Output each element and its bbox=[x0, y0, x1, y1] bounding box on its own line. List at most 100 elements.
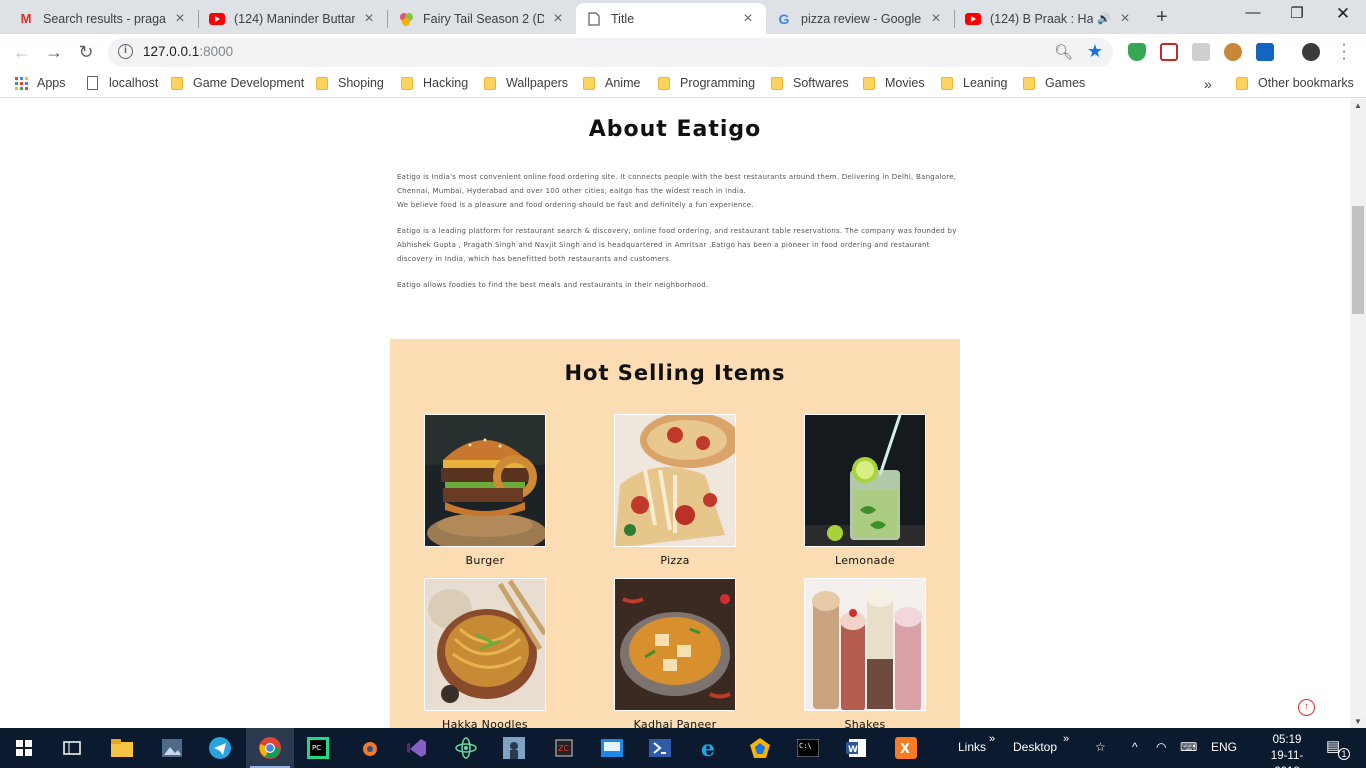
close-icon[interactable]: × bbox=[361, 10, 377, 28]
shield-extension-icon[interactable] bbox=[1128, 43, 1146, 61]
cookie-extension-icon[interactable] bbox=[1224, 43, 1242, 61]
hakka-noodles-image[interactable] bbox=[424, 578, 546, 711]
extension-icon[interactable] bbox=[1160, 43, 1178, 61]
page-scrollbar[interactable]: ▲ ▼ bbox=[1350, 99, 1366, 728]
file-explorer-icon[interactable] bbox=[98, 728, 146, 768]
tab-youtube-2[interactable]: (124) B Praak : Hath 🔊 × bbox=[955, 3, 1143, 34]
bookmark-other[interactable]: Other bookmarks bbox=[1236, 76, 1354, 90]
chevron-up-icon[interactable]: ^ bbox=[1132, 740, 1138, 754]
speaker-icon[interactable]: 🔊 bbox=[1097, 12, 1111, 25]
photos-app-icon[interactable] bbox=[148, 728, 196, 768]
food-item-kadhai-paneer[interactable]: Kadhai Paneer bbox=[614, 578, 736, 728]
hot-selling-section: Hot Selling Items Burger Pizza Lemonade … bbox=[390, 339, 960, 728]
burger-image[interactable] bbox=[424, 414, 546, 547]
extension-icon[interactable] bbox=[1192, 43, 1210, 61]
keyboard-icon[interactable]: ⌨ bbox=[1180, 740, 1197, 754]
bookmark-folder[interactable]: Hacking bbox=[401, 76, 468, 90]
info-icon[interactable]: i bbox=[118, 44, 133, 59]
food-item-lemonade[interactable]: Lemonade bbox=[804, 414, 926, 567]
scroll-up-arrow-icon[interactable]: ▲ bbox=[1350, 101, 1366, 110]
youtube-icon bbox=[209, 11, 225, 27]
menu-icon[interactable]: · · · bbox=[1339, 37, 1349, 67]
address-bar[interactable]: i 127.0.0.1:8000 🔍︎ ★ bbox=[108, 38, 1113, 67]
scrollbar-thumb[interactable] bbox=[1352, 206, 1364, 314]
about-text: Eatigo is India's most convenient online… bbox=[397, 170, 957, 304]
app-icon[interactable] bbox=[736, 728, 784, 768]
close-window-button[interactable]: ✕ bbox=[1320, 4, 1366, 24]
language-indicator[interactable]: ENG bbox=[1211, 740, 1237, 754]
app-icon[interactable] bbox=[588, 728, 636, 768]
close-icon[interactable]: × bbox=[172, 10, 188, 28]
desktop-expand-icon[interactable]: » bbox=[1063, 733, 1069, 745]
shakes-image[interactable] bbox=[804, 578, 926, 711]
bookmark-folder[interactable]: Programming bbox=[658, 76, 755, 90]
bookmarks-overflow-button[interactable]: » bbox=[1204, 76, 1212, 92]
tab-strip: M Search results - pragath × (124) Manin… bbox=[0, 0, 1366, 34]
close-icon[interactable]: × bbox=[740, 10, 756, 28]
pizza-image[interactable] bbox=[614, 414, 736, 547]
start-button[interactable] bbox=[0, 728, 48, 768]
about-paragraph: Eatigo allows foodies to find the best m… bbox=[397, 281, 709, 289]
visual-studio-icon[interactable] bbox=[392, 728, 440, 768]
chrome-icon[interactable] bbox=[246, 728, 294, 768]
close-icon[interactable]: × bbox=[928, 10, 944, 28]
food-item-shakes[interactable]: Shakes bbox=[804, 578, 926, 728]
tab-fairy-tail[interactable]: Fairy Tail Season 2 (Dub × bbox=[388, 3, 576, 34]
close-icon[interactable]: × bbox=[550, 10, 566, 28]
task-view-button[interactable] bbox=[48, 728, 96, 768]
pycharm-icon[interactable]: PC bbox=[294, 728, 342, 768]
atom-icon[interactable] bbox=[442, 728, 490, 768]
word-icon[interactable]: W bbox=[832, 728, 880, 768]
bookmark-star-icon[interactable]: ★ bbox=[1087, 41, 1103, 62]
tab-google-search[interactable]: G pizza review - Google S × bbox=[766, 3, 954, 34]
bookmark-folder[interactable]: Softwares bbox=[771, 76, 849, 90]
system-clock[interactable]: 05:19 19-11-2018 bbox=[1262, 732, 1312, 780]
reload-button[interactable]: ↻ bbox=[74, 41, 98, 65]
bookmark-localhost[interactable]: localhost bbox=[87, 76, 158, 90]
new-tab-button[interactable]: + bbox=[1156, 6, 1168, 29]
extension-icon[interactable] bbox=[1256, 43, 1274, 61]
xampp-icon[interactable]: X bbox=[882, 728, 930, 768]
scroll-to-top-button[interactable]: ↑ bbox=[1298, 699, 1315, 716]
minimize-button[interactable]: — bbox=[1230, 4, 1276, 21]
command-prompt-icon[interactable]: C:\ bbox=[784, 728, 832, 768]
app-icon[interactable]: ZC bbox=[540, 728, 588, 768]
back-button[interactable]: ← bbox=[10, 41, 34, 65]
links-toolbar[interactable]: Links bbox=[958, 740, 986, 754]
search-icon[interactable]: 🔍︎ bbox=[1054, 43, 1073, 61]
game-app-icon[interactable] bbox=[490, 728, 538, 768]
tab-youtube-1[interactable]: (124) Maninder Buttar : × bbox=[199, 3, 387, 34]
blender-icon[interactable] bbox=[344, 728, 392, 768]
bookmark-folder[interactable]: Leaning bbox=[941, 76, 1008, 90]
url-text[interactable]: 127.0.0.1:8000 bbox=[143, 44, 233, 59]
profile-avatar[interactable] bbox=[1302, 43, 1320, 61]
links-expand-icon[interactable]: » bbox=[989, 733, 995, 745]
bookmark-folder[interactable]: Shoping bbox=[316, 76, 384, 90]
bookmark-folder[interactable]: Movies bbox=[863, 76, 925, 90]
food-item-hakka-noodles[interactable]: Hakka Noodles bbox=[424, 578, 546, 728]
food-item-burger[interactable]: Burger bbox=[424, 414, 546, 567]
lemonade-image[interactable] bbox=[804, 414, 926, 547]
desktop-toolbar[interactable]: Desktop bbox=[1013, 740, 1057, 754]
folder-icon bbox=[171, 76, 183, 90]
food-item-pizza[interactable]: Pizza bbox=[614, 414, 736, 567]
page-icon bbox=[87, 76, 98, 90]
bookmark-apps[interactable]: Apps bbox=[15, 76, 66, 90]
bookmark-folder[interactable]: Anime bbox=[583, 76, 640, 90]
scroll-down-arrow-icon[interactable]: ▼ bbox=[1350, 717, 1366, 726]
forward-button[interactable]: → bbox=[42, 41, 66, 65]
restore-button[interactable]: ❐ bbox=[1274, 4, 1320, 22]
internet-explorer-icon[interactable]: e bbox=[686, 728, 734, 768]
bookmark-folder[interactable]: Games bbox=[1023, 76, 1085, 90]
powershell-icon[interactable] bbox=[636, 728, 684, 768]
tab-gmail[interactable]: M Search results - pragath × bbox=[8, 3, 198, 34]
notification-count-badge: 1 bbox=[1338, 748, 1350, 760]
people-icon[interactable]: ☆ bbox=[1095, 740, 1106, 754]
close-icon[interactable]: × bbox=[1117, 10, 1133, 28]
tab-title-active[interactable]: Title × bbox=[576, 3, 766, 34]
telegram-icon[interactable] bbox=[196, 728, 244, 768]
bookmark-folder[interactable]: Wallpapers bbox=[484, 76, 568, 90]
bookmark-folder[interactable]: Game Development bbox=[171, 76, 304, 90]
kadhai-paneer-image[interactable] bbox=[614, 578, 736, 711]
wifi-icon[interactable]: ◠ bbox=[1156, 740, 1166, 754]
